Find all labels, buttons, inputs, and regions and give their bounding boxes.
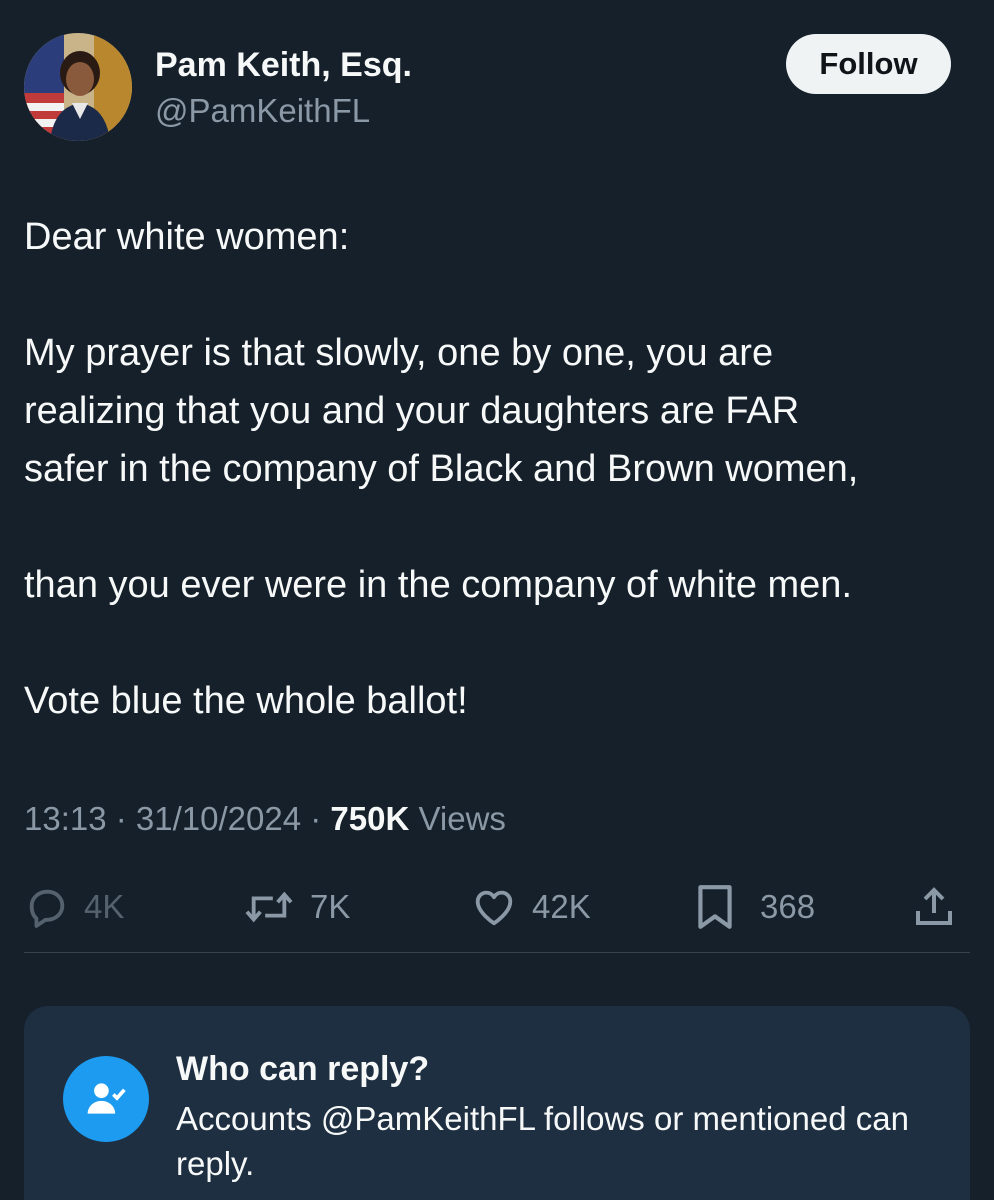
- avatar-image: [24, 33, 132, 141]
- reply-audience-badge: [63, 1056, 149, 1142]
- tweet-line: Dear white women:: [24, 216, 350, 258]
- reply-button[interactable]: 4K: [24, 870, 124, 944]
- meta-separator: ·: [301, 800, 331, 837]
- tweet-line: than you ever were in the company of whi…: [24, 564, 853, 606]
- reply-settings-title: Who can reply?: [176, 1050, 430, 1088]
- bookmark-icon: [698, 885, 732, 929]
- author-handle[interactable]: @PamKeithFL: [155, 92, 370, 130]
- like-count: 42K: [532, 888, 591, 925]
- share-icon: [916, 887, 952, 925]
- tweet-date[interactable]: 31/10/2024: [136, 800, 301, 837]
- views-count[interactable]: 750K: [330, 800, 409, 837]
- divider: [24, 952, 970, 953]
- tweet-line: Vote blue the whole ballot!: [24, 680, 468, 722]
- author-name[interactable]: Pam Keith, Esq.: [155, 46, 412, 85]
- reply-settings-description: Accounts @PamKeithFL follows or mentione…: [176, 1100, 909, 1182]
- reply-count: 4K: [84, 888, 125, 925]
- tweet-meta: 13:13 · 31/10/2024 · 750K Views: [24, 800, 506, 838]
- repost-count: 7K: [310, 888, 351, 925]
- bookmark-button[interactable]: 368: [694, 870, 815, 944]
- reply-icon: [29, 889, 65, 928]
- tweet-line: realizing that you and your daughters ar…: [24, 390, 800, 432]
- like-button[interactable]: 42K: [470, 870, 591, 944]
- follow-button[interactable]: Follow: [786, 34, 951, 94]
- tweet-line: safer in the company of Black and Brown …: [24, 448, 859, 490]
- share-button[interactable]: [910, 870, 958, 944]
- action-bar: 4K 7K 42K 368: [0, 870, 994, 944]
- person-check-icon: [87, 1083, 126, 1114]
- tweet-time[interactable]: 13:13: [24, 800, 107, 837]
- tweet-text: Dear white women: My prayer is that slow…: [24, 208, 974, 730]
- tweet-line: My prayer is that slowly, one by one, yo…: [24, 332, 774, 374]
- reply-restriction-card: Who can reply? Accounts @PamKeithFL foll…: [24, 1006, 970, 1200]
- repost-button[interactable]: 7K: [242, 870, 350, 944]
- meta-separator: ·: [106, 800, 136, 837]
- avatar[interactable]: [24, 33, 132, 141]
- bookmark-count: 368: [760, 888, 816, 925]
- like-icon: [475, 890, 513, 926]
- views-label: Views: [409, 800, 506, 837]
- repost-icon: [245, 891, 293, 923]
- tweet-header: Pam Keith, Esq. @PamKeithFL Follow: [0, 0, 994, 160]
